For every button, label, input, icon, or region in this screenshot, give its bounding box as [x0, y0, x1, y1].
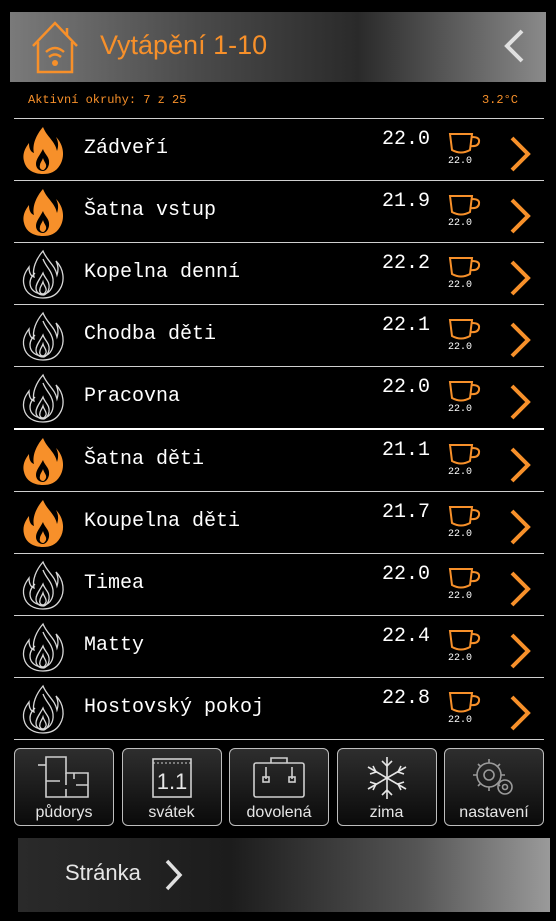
room-name: Koupelna děti: [84, 510, 241, 533]
tile-label: zima: [369, 804, 404, 821]
room-name: Kopelna denní: [84, 261, 241, 284]
chevron-right-icon[interactable]: [508, 321, 532, 364]
home-wifi-icon[interactable]: [30, 20, 80, 74]
tile-label: půdorys: [35, 804, 93, 821]
floorplan-icon: [15, 755, 113, 799]
tile-floorplan[interactable]: půdorys: [14, 748, 114, 826]
room-name: Timea: [84, 572, 145, 595]
room-temp: 22.0: [382, 128, 431, 151]
room-row[interactable]: Kopelna denní 22.2 22.0: [14, 242, 544, 304]
room-row[interactable]: Zádveří 22.0 22.0: [14, 118, 544, 180]
room-temp: 22.0: [382, 563, 431, 586]
header-bar: Vytápění 1-10: [10, 12, 546, 82]
room-setpoint: 22.0: [448, 404, 473, 415]
room-temp: 22.2: [382, 252, 431, 275]
room-setpoint: 22.0: [448, 715, 473, 726]
room-row[interactable]: Timea 22.0 22.0: [14, 553, 544, 615]
flame-outline-icon: [20, 373, 66, 428]
room-temp: 21.1: [382, 439, 431, 462]
page-title: Vytápění 1-10: [100, 30, 268, 60]
tile-label: nastavení: [459, 804, 529, 821]
calendar-icon-text: 1.1: [156, 769, 187, 794]
room-temp: 22.8: [382, 687, 431, 710]
flame-filled-icon: [20, 498, 66, 553]
room-list: Zádveří 22.0 22.0 Šatna vstup 21.9 22.0 Kopeln…: [14, 118, 544, 740]
chevron-right-icon[interactable]: [508, 508, 532, 551]
outdoor-temp-text: 3.2°C: [481, 93, 518, 107]
room-name: Zádveří: [84, 137, 169, 160]
flame-filled-icon: [20, 436, 66, 491]
room-setpoint: 22.0: [448, 156, 473, 167]
room-name: Šatna vstup: [84, 199, 217, 222]
flame-outline-icon: [20, 249, 66, 304]
chevron-right-icon[interactable]: [508, 197, 532, 240]
chevron-right-icon[interactable]: [508, 446, 532, 489]
room-name: Matty: [84, 634, 145, 657]
room-setpoint: 22.0: [448, 342, 473, 353]
chevron-right-icon[interactable]: [508, 632, 532, 675]
chevron-right-icon[interactable]: [508, 135, 532, 178]
room-row[interactable]: Šatna děti 21.1 22.0: [14, 428, 544, 491]
chevron-right-icon[interactable]: [508, 383, 532, 426]
room-temp: 22.1: [382, 314, 431, 337]
chevron-right-icon[interactable]: [508, 259, 532, 302]
flame-outline-icon: [20, 560, 66, 615]
room-name: Chodba děti: [84, 323, 217, 346]
calendar-icon: 1.1: [123, 755, 221, 799]
room-setpoint: 22.0: [448, 218, 473, 229]
flame-filled-icon: [20, 187, 66, 242]
room-name: Pracovna: [84, 385, 181, 408]
page-button[interactable]: Stránka: [18, 838, 550, 912]
room-setpoint: 22.0: [448, 591, 473, 602]
room-setpoint: 22.0: [448, 653, 473, 664]
room-temp: 22.0: [382, 376, 431, 399]
room-row[interactable]: Pracovna 22.0 22.0: [14, 366, 544, 428]
shortcut-tiles: půdorys 1.1 svátek dovolená zima nastavení: [14, 748, 544, 828]
room-setpoint: 22.0: [448, 467, 473, 478]
snowflake-icon: [338, 755, 436, 801]
flame-outline-icon: [20, 311, 66, 366]
gears-icon: [445, 755, 543, 801]
tile-suitcase[interactable]: dovolená: [229, 748, 329, 826]
tile-snowflake[interactable]: zima: [336, 748, 437, 826]
chevron-right-icon[interactable]: [508, 694, 532, 737]
room-name: Hostovský pokoj: [84, 696, 265, 719]
room-row[interactable]: Matty 22.4 22.0: [14, 615, 544, 677]
room-row[interactable]: Hostovský pokoj 22.8 22.0: [14, 677, 544, 740]
tile-label: dovolená: [246, 804, 312, 821]
room-temp: 22.4: [382, 625, 431, 648]
active-circuits-text: Aktivní okruhy: 7 z 25: [28, 93, 187, 107]
page-button-label: Stránka: [65, 860, 141, 885]
suitcase-icon: [230, 755, 328, 799]
flame-outline-icon: [20, 684, 66, 739]
room-row[interactable]: Koupelna děti 21.7 22.0: [14, 491, 544, 553]
chevron-left-icon[interactable]: [502, 28, 526, 64]
tile-gears[interactable]: nastavení: [444, 748, 544, 826]
room-name: Šatna děti: [84, 448, 205, 471]
room-temp: 21.9: [382, 190, 431, 213]
room-setpoint: 22.0: [448, 529, 473, 540]
chevron-right-icon[interactable]: [508, 570, 532, 613]
room-setpoint: 22.0: [448, 280, 473, 291]
room-row[interactable]: Chodba děti 22.1 22.0: [14, 304, 544, 366]
flame-outline-icon: [20, 622, 66, 677]
tile-calendar[interactable]: 1.1 svátek: [121, 748, 222, 826]
room-row[interactable]: Šatna vstup 21.9 22.0: [14, 180, 544, 242]
chevron-right-icon: [165, 859, 183, 891]
tile-label: svátek: [148, 804, 195, 821]
room-temp: 21.7: [382, 501, 431, 524]
flame-filled-icon: [20, 125, 66, 180]
